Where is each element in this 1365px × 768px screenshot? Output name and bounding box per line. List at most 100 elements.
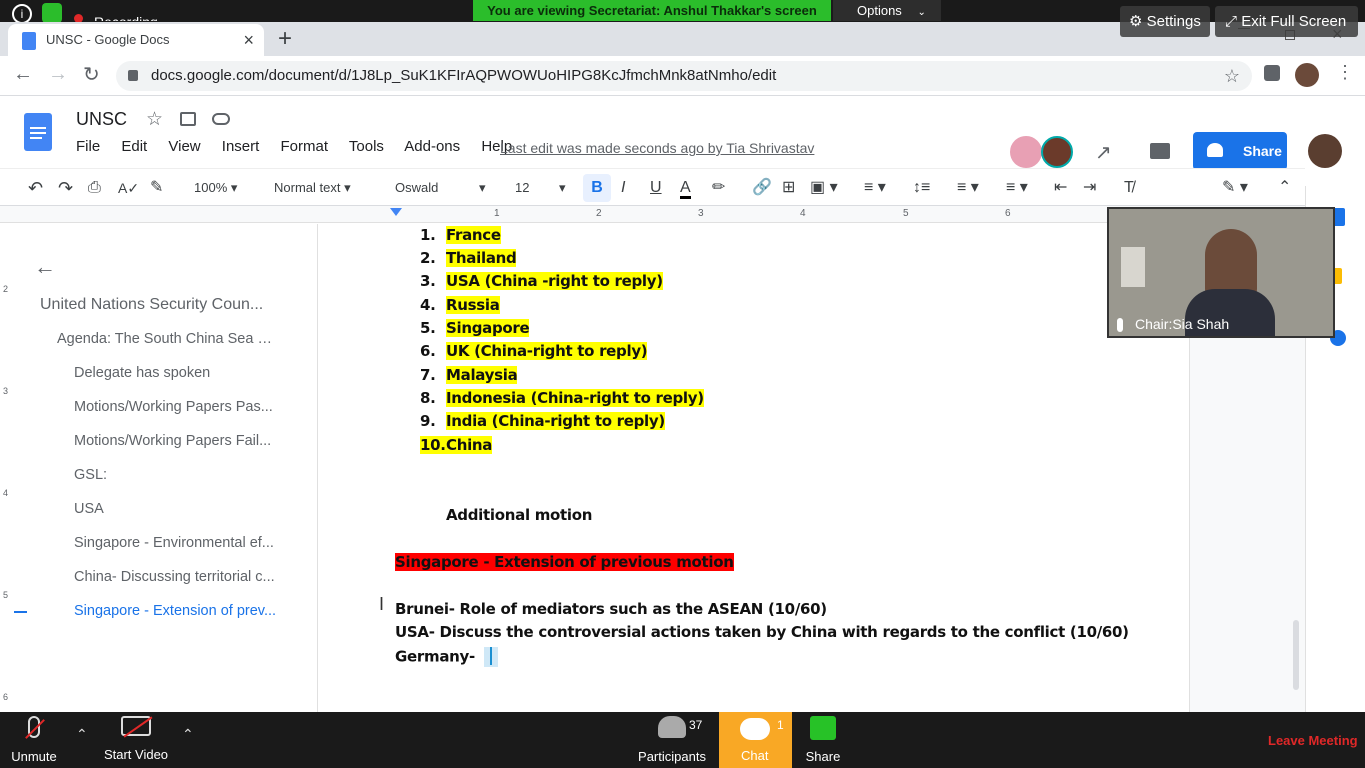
outline-item[interactable]: China- Discussing territorial c...: [74, 569, 279, 585]
browser-window: UNSC - Google Docs × + × ← → ↻ docs.goog…: [0, 22, 1365, 712]
share-screen-button[interactable]: Share: [800, 716, 846, 764]
undo-icon[interactable]: ↶: [28, 169, 43, 207]
speaker-list-item: 9. India (China-right to reply): [420, 412, 665, 430]
shield-icon[interactable]: [42, 3, 62, 23]
menu-file[interactable]: File: [76, 138, 100, 155]
decrease-indent-icon[interactable]: ⇤: [1054, 169, 1067, 207]
font-size-select[interactable]: 12 ▾: [515, 169, 571, 207]
forward-icon[interactable]: →: [48, 63, 68, 86]
cloud-status-icon[interactable]: [212, 113, 230, 125]
insert-link-icon[interactable]: 🔗: [752, 169, 772, 207]
new-tab-icon[interactable]: +: [278, 24, 292, 54]
margin-mark: 3: [3, 386, 9, 396]
browser-tab[interactable]: UNSC - Google Docs ×: [8, 24, 264, 56]
settings-button[interactable]: ⚙ Settings: [1120, 6, 1210, 37]
video-label: Chair:Sia Shah: [1135, 316, 1230, 332]
zoom-select[interactable]: 100% ▾: [194, 169, 250, 207]
exit-fullscreen-button[interactable]: ⤢ Exit Full Screen: [1215, 6, 1358, 37]
last-edit-link[interactable]: Last edit was made seconds ago by Tia Sh…: [500, 140, 814, 156]
speaker-list-item: 6. UK (China-right to reply): [420, 342, 648, 360]
vertical-scrollbar[interactable]: [1293, 620, 1299, 690]
comment-icon[interactable]: [1150, 143, 1170, 159]
video-options-chevron-icon[interactable]: ⌃: [182, 726, 194, 743]
clear-formatting-icon[interactable]: T̸: [1124, 169, 1134, 207]
menu-tools[interactable]: Tools: [349, 138, 384, 155]
close-outline-icon[interactable]: ←: [34, 254, 56, 280]
menu-dots-icon[interactable]: ⋮: [1336, 62, 1354, 83]
outline-item-active[interactable]: Singapore - Extension of prev...: [74, 603, 279, 619]
italic-icon[interactable]: I: [621, 169, 625, 207]
insert-comment-icon[interactable]: ⊞: [782, 169, 795, 207]
editing-mode-icon[interactable]: ✎ ▾: [1222, 169, 1248, 207]
participants-button[interactable]: 37 Participants: [636, 716, 708, 764]
outline-item[interactable]: Motions/Working Papers Fail...: [74, 433, 279, 449]
collaborator-avatar[interactable]: [1041, 136, 1073, 168]
motion-line: Germany-: [395, 647, 498, 667]
activity-trend-icon[interactable]: ↗: [1095, 140, 1112, 165]
outline-item[interactable]: Motions/Working Papers Pas...: [74, 399, 279, 415]
audio-options-chevron-icon[interactable]: ⌃: [76, 726, 88, 743]
paint-format-icon[interactable]: ✎: [150, 169, 163, 207]
underline-icon[interactable]: U: [650, 169, 662, 207]
video-thumbnail[interactable]: Chair:Sia Shah: [1107, 207, 1335, 338]
close-tab-icon[interactable]: ×: [243, 24, 254, 56]
style-select[interactable]: Normal text ▾: [274, 169, 370, 207]
line-spacing-icon[interactable]: ↕≡: [913, 169, 930, 207]
indent-marker[interactable]: [390, 208, 402, 216]
back-icon[interactable]: ←: [13, 63, 33, 86]
align-icon[interactable]: ≡ ▾: [864, 169, 886, 207]
outline-item[interactable]: Singapore - Environmental ef...: [74, 535, 279, 551]
ruler-mark: 2: [596, 208, 602, 219]
spellcheck-icon[interactable]: A✓: [118, 169, 139, 207]
start-video-label: Start Video: [103, 747, 169, 762]
move-to-drive-icon[interactable]: [180, 112, 196, 126]
menu-view[interactable]: View: [168, 138, 200, 155]
document-outline: 2 3 4 5 6 ← United Nations Security Coun…: [0, 224, 318, 712]
bulleted-list-icon[interactable]: ≡ ▾: [1006, 169, 1028, 207]
text-cursor-icon: I: [379, 594, 385, 614]
speaker-list-item: 5. Singapore: [420, 319, 530, 337]
participants-label: Participants: [638, 749, 706, 764]
extensions-icon[interactable]: [1264, 65, 1280, 81]
bold-icon[interactable]: B: [583, 174, 611, 202]
document-page[interactable]: 1. France 2. Thailand 3. USA (China -right …: [318, 224, 1190, 712]
docs-logo-icon[interactable]: [24, 113, 52, 151]
unmute-button[interactable]: Unmute: [4, 716, 64, 764]
chat-bubble-icon: [740, 718, 770, 740]
profile-avatar[interactable]: [1295, 63, 1319, 87]
account-avatar[interactable]: [1308, 134, 1342, 168]
outline-item[interactable]: Agenda: The South China Sea C...: [57, 331, 279, 347]
info-icon[interactable]: i: [12, 4, 32, 24]
outline-item[interactable]: USA: [74, 501, 279, 517]
doc-title[interactable]: UNSC: [76, 109, 127, 130]
url-bar[interactable]: docs.google.com/document/d/1J8Lp_SuK1KFI…: [116, 61, 1252, 91]
start-video-button[interactable]: Start Video: [100, 716, 172, 762]
options-button[interactable]: Options ⌄: [833, 0, 941, 21]
insert-image-icon[interactable]: ▣ ▾: [810, 169, 838, 207]
reload-icon[interactable]: ↻: [83, 62, 100, 87]
chat-button[interactable]: 1 Chat: [719, 712, 792, 768]
exit-fullscreen-label: Exit Full Screen: [1241, 13, 1347, 30]
motion-line: USA- Discuss the controversial actions t…: [395, 623, 1129, 641]
video-off-icon: [121, 716, 153, 738]
highlight-color-icon[interactable]: ✏: [712, 169, 725, 207]
menu-edit[interactable]: Edit: [121, 138, 147, 155]
bookmark-star-icon[interactable]: ☆: [1224, 61, 1240, 91]
menu-format[interactable]: Format: [280, 138, 328, 155]
collapse-menus-icon[interactable]: ⌃: [1278, 169, 1291, 207]
menu-insert[interactable]: Insert: [222, 138, 260, 155]
outline-item[interactable]: Delegate has spoken: [74, 365, 279, 381]
leave-meeting-button[interactable]: Leave Meeting: [1268, 733, 1358, 748]
print-icon[interactable]: ⎙: [88, 169, 101, 207]
outline-item[interactable]: GSL:: [74, 467, 279, 483]
redo-icon[interactable]: ↷: [58, 169, 73, 207]
increase-indent-icon[interactable]: ⇥: [1083, 169, 1096, 207]
menu-addons[interactable]: Add-ons: [404, 138, 460, 155]
collaborator-avatar[interactable]: [1010, 136, 1042, 168]
star-icon[interactable]: ☆: [146, 108, 163, 131]
text-color-icon[interactable]: A: [680, 169, 691, 199]
outline-title[interactable]: United Nations Security Coun...: [40, 296, 280, 314]
docs-share-button[interactable]: Share: [1193, 132, 1287, 170]
numbered-list-icon[interactable]: ≡ ▾: [957, 169, 979, 207]
font-select[interactable]: Oswald ▾: [395, 169, 491, 207]
